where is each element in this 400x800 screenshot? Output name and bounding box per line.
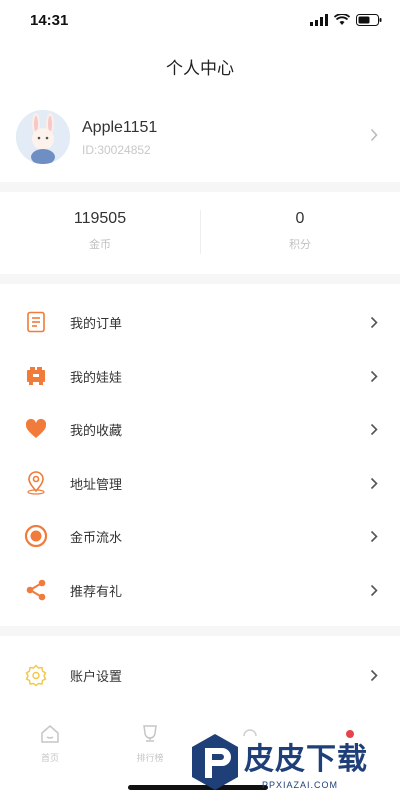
menu-list: 我的订单 我的娃娃 我的收藏 地址管理 金币流水 推荐有礼 (0, 295, 400, 616)
coins-stat[interactable]: 119505 金币 (0, 210, 200, 252)
menu-item-coin-flow[interactable]: 金币流水 (0, 509, 400, 563)
settings-icon (25, 664, 47, 687)
tab-label: 排行榜 (136, 753, 164, 763)
watermark: 皮皮下载 PPXIAZAI.COM (188, 728, 400, 800)
coins-label: 金币 (89, 239, 111, 251)
chevron-right-icon (370, 423, 378, 436)
chevron-right-icon (370, 370, 378, 382)
profile-row[interactable]: Apple1151 ID:30024852 (0, 100, 400, 176)
signal-icon (310, 14, 328, 26)
points-value: 0 (295, 210, 305, 227)
menu-item-label: 金币流水 (70, 530, 123, 545)
share-icon (26, 579, 46, 600)
status-bar: 14:31 (0, 0, 400, 44)
menu-item-referral[interactable]: 推荐有礼 (0, 563, 400, 617)
heart-icon (25, 418, 47, 438)
doll-icon (27, 366, 45, 385)
user-id: ID:30024852 (82, 143, 151, 157)
menu-item-favorites[interactable]: 我的收藏 (0, 402, 400, 456)
chevron-right-icon (370, 530, 378, 543)
points-stat[interactable]: 0 积分 (200, 210, 400, 252)
battery-icon (356, 14, 382, 26)
menu-item-account-settings[interactable]: 账户设置 (0, 648, 400, 702)
menu-item-label: 账户设置 (70, 669, 123, 684)
status-time: 14:31 (30, 12, 69, 29)
watermark-title: 皮皮下载 (244, 743, 368, 776)
avatar[interactable] (16, 110, 70, 164)
avatar-bunny-image (16, 110, 70, 164)
order-icon (27, 311, 45, 333)
tab-home[interactable]: 首页 (0, 724, 100, 764)
tab-ranking[interactable]: 排行榜 (100, 724, 200, 764)
points-label: 积分 (289, 239, 311, 251)
trophy-icon (143, 725, 157, 742)
menu-item-label: 我的娃娃 (70, 369, 123, 385)
menu-item-orders[interactable]: 我的订单 (0, 295, 400, 349)
menu-item-label: 地址管理 (70, 476, 123, 492)
username: Apple1151 (82, 119, 158, 136)
menu-item-address[interactable]: 地址管理 (0, 456, 400, 510)
status-icons (310, 14, 382, 26)
section-divider (0, 626, 400, 636)
chevron-right-icon (370, 669, 378, 682)
watermark-subtitle: PPXIAZAI.COM (262, 780, 339, 790)
home-icon (41, 725, 59, 743)
coin-flow-icon (24, 524, 48, 548)
section-divider (0, 182, 400, 192)
chevron-right-icon (370, 316, 378, 329)
menu-item-dolls[interactable]: 我的娃娃 (0, 349, 400, 403)
chevron-right-icon (370, 477, 378, 489)
wifi-icon (334, 14, 350, 25)
watermark-logo-icon (192, 734, 238, 790)
coins-value: 119505 (73, 210, 127, 227)
page-title: 个人中心 (166, 59, 234, 78)
menu-item-label: 我的订单 (70, 316, 123, 331)
tab-label: 首页 (40, 753, 59, 763)
chevron-right-icon (370, 584, 378, 596)
menu-item-label: 我的收藏 (70, 423, 123, 438)
location-icon (27, 470, 45, 495)
menu-item-label: 推荐有礼 (70, 583, 123, 599)
stats-panel: 119505 金币 0 积分 (0, 194, 400, 270)
section-divider (0, 274, 400, 284)
chevron-right-icon (370, 128, 378, 142)
